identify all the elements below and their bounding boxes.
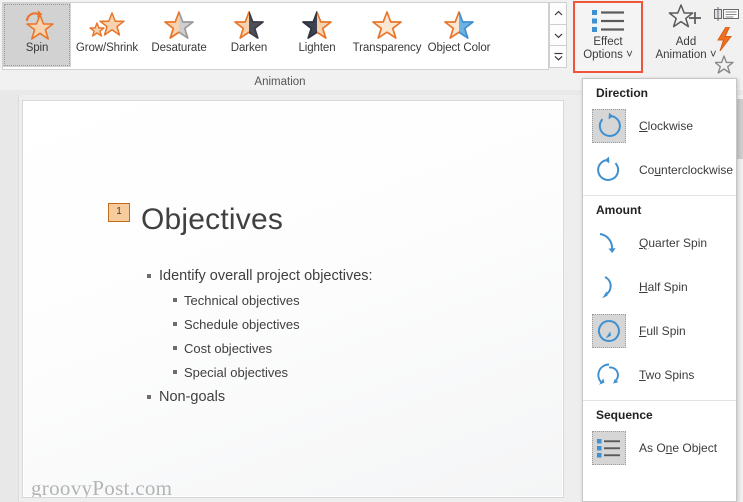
add-animation-label-text: Animation (655, 49, 707, 61)
gallery-item-label: Desaturate (151, 42, 207, 54)
gallery-item-desaturate[interactable]: Desaturate (143, 3, 215, 67)
two-spins-icon (592, 358, 626, 392)
add-animation-label-line2: Animation ˅ (655, 49, 716, 62)
effect-options-label-line1: Effect (593, 36, 623, 48)
gallery-scroll-down-button[interactable] (549, 23, 567, 46)
bullet-item: Schedule objectives (171, 317, 545, 332)
menu-heading-direction: Direction (596, 86, 649, 100)
animation-pane-icon[interactable] (714, 7, 740, 21)
menu-item-label: Full Spin (639, 324, 686, 338)
object-color-star-icon (442, 7, 476, 41)
menu-item-label: Counterclockwise (639, 163, 733, 177)
gallery-item-label: Darken (230, 42, 268, 54)
gallery-scroll-buttons[interactable] (549, 2, 567, 69)
trigger-lightning-icon[interactable] (716, 27, 734, 51)
menu-item-text: lockwise (647, 119, 694, 133)
full-spin-icon (592, 314, 626, 348)
menu-item-text: e Object (672, 441, 718, 455)
chevron-down-icon: ˅ (626, 49, 633, 61)
powerpoint-window: Spin Grow/Shrink Desaturate Darken Light… (0, 0, 743, 502)
desaturate-star-icon (162, 7, 196, 41)
accelerator-letter: H (639, 280, 648, 294)
menu-item-label: Clockwise (639, 119, 693, 133)
slide-title[interactable]: Objectives (141, 203, 283, 237)
quarter-spin-icon (592, 226, 626, 260)
menu-item-as-one-object[interactable]: As One Object (583, 426, 736, 470)
grow-shrink-star-icon (87, 7, 127, 41)
bullet-item: Technical objectives (171, 293, 545, 308)
gallery-item-label: Lighten (298, 42, 336, 54)
add-animation-star-plus-icon (668, 3, 704, 33)
effect-options-list-icon (590, 8, 626, 34)
bullet-item: Cost objectives (171, 341, 545, 356)
effect-options-menu[interactable]: Direction Clockwise Counterclockwise Amo… (582, 78, 737, 502)
gallery-scroll-up-button[interactable] (549, 2, 567, 24)
gallery-item-label: Transparency (352, 42, 422, 54)
effect-options-label-line2: Options ˅ (583, 49, 633, 62)
menu-item-quarter-spin[interactable]: Quarter Spin (583, 221, 736, 265)
menu-item-text: alf Spin (647, 280, 688, 294)
menu-item-label: Two Spins (639, 368, 694, 382)
menu-item-text: nterclockwise (661, 163, 734, 177)
animation-gallery[interactable]: Spin Grow/Shrink Desaturate Darken Light… (2, 2, 549, 70)
accelerator-letter: C (639, 119, 648, 133)
add-animation-button[interactable]: Add Animation ˅ (650, 3, 722, 71)
ribbon-group-label: Animation (254, 76, 306, 88)
spin-star-icon (19, 7, 55, 41)
slide-body-text[interactable]: Identify overall project objectives: Tec… (145, 268, 545, 414)
effect-options-label-text: Options (583, 49, 623, 61)
gallery-item-object-color[interactable]: Object Color (423, 3, 495, 67)
menu-item-text: As O (639, 441, 666, 455)
menu-item-text: uarter Spin (648, 236, 708, 250)
menu-item-full-spin[interactable]: Full Spin (583, 309, 736, 353)
darken-star-icon (232, 7, 266, 41)
menu-item-clockwise[interactable]: Clockwise (583, 104, 736, 148)
menu-heading-sequence: Sequence (596, 408, 653, 422)
animation-painter-icon[interactable] (715, 54, 737, 74)
menu-item-label: Quarter Spin (639, 236, 707, 250)
gallery-item-transparency[interactable]: Transparency (351, 3, 423, 67)
bullet-item: Non-goals (145, 389, 545, 405)
ribbon-right-icons (714, 2, 743, 74)
animation-order-badge[interactable]: 1 (108, 203, 130, 222)
gallery-item-darken[interactable]: Darken (215, 3, 283, 67)
menu-item-text: Co (639, 163, 655, 177)
menu-heading-amount: Amount (596, 203, 642, 217)
thumbnail-pane-edge[interactable] (0, 95, 19, 502)
counterclockwise-arrow-icon (592, 153, 626, 187)
gallery-item-label: Object Color (427, 42, 491, 54)
half-spin-icon (592, 270, 626, 304)
menu-item-label: As One Object (639, 441, 717, 455)
menu-item-label: Half Spin (639, 280, 688, 294)
accelerator-letter: Q (639, 236, 649, 250)
menu-item-two-spins[interactable]: Two Spins (583, 353, 736, 397)
bullet-item: Special objectives (171, 365, 545, 380)
add-animation-label-line1: Add (675, 36, 697, 48)
gallery-item-spin[interactable]: Spin (3, 3, 71, 67)
gallery-item-grow-shrink[interactable]: Grow/Shrink (71, 3, 143, 67)
gallery-item-label: Grow/Shrink (75, 42, 139, 54)
effect-options-button[interactable]: Effect Options ˅ (573, 1, 643, 73)
transparency-star-icon (370, 7, 404, 41)
accelerator-letter: T (639, 368, 646, 382)
clockwise-arrow-icon (592, 109, 626, 143)
gallery-item-label: Spin (25, 42, 49, 54)
menu-item-text: wo Spins (645, 368, 695, 382)
menu-item-counterclockwise[interactable]: Counterclockwise (583, 148, 736, 192)
gallery-more-button[interactable] (549, 45, 567, 69)
menu-item-text: ull Spin (646, 324, 686, 338)
slide-canvas[interactable]: 1 Objectives Identify overall project ob… (22, 100, 564, 498)
lighten-star-icon (300, 7, 334, 41)
menu-item-half-spin[interactable]: Half Spin (583, 265, 736, 309)
as-one-object-icon (592, 431, 626, 465)
bullet-item: Identify overall project objectives: (145, 268, 545, 284)
gallery-item-lighten[interactable]: Lighten (283, 3, 351, 67)
watermark: groovyPost.com (31, 476, 173, 498)
